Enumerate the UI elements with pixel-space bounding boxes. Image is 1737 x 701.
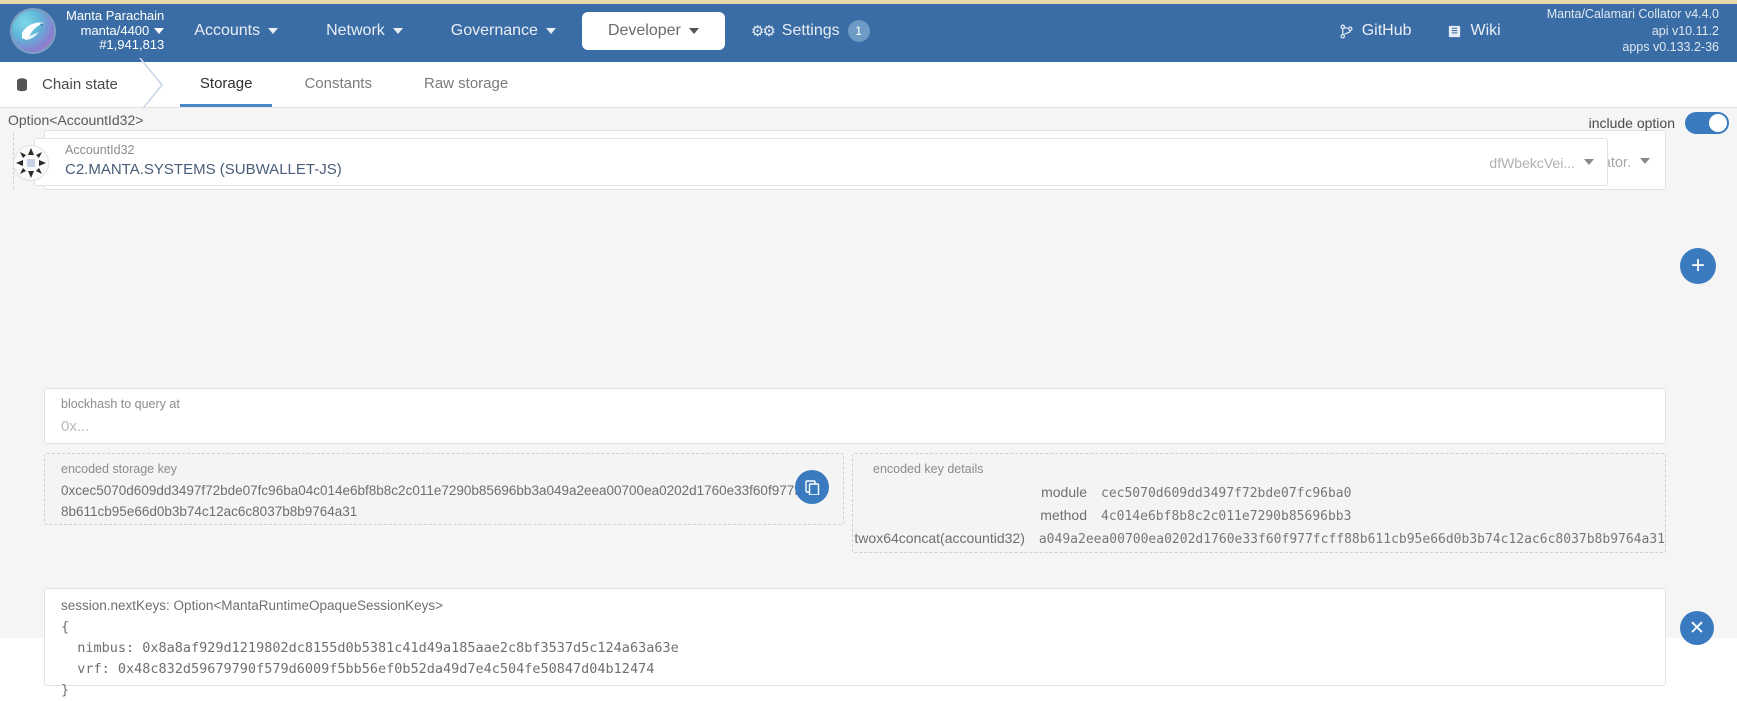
encoded-key-details-panel: encoded key details module cec5070d609dd… bbox=[852, 453, 1666, 553]
account-name: C2.MANTA.SYSTEMS (SUBWALLET-JS) bbox=[65, 161, 342, 178]
key-detail-value: a049a2eea00700ea0202d1760e33f60f977fcff8… bbox=[1038, 532, 1665, 547]
account-text: AccountId32 C2.MANTA.SYSTEMS (SUBWALLET-… bbox=[65, 143, 342, 178]
book-icon bbox=[1449, 25, 1461, 37]
nav-right-group: GitHub Wiki Manta/Calamari Collator v4.4… bbox=[1321, 0, 1737, 62]
key-detail-value: cec5070d609dd3497f72bde07fc96ba0 bbox=[1101, 486, 1352, 501]
encoded-storage-key-label: encoded storage key bbox=[61, 462, 178, 476]
github-link[interactable]: GitHub bbox=[1321, 16, 1430, 46]
top-navigation-bar: Manta Parachain manta/4400 #1,941,813 Ac… bbox=[0, 0, 1737, 62]
tab-label: Storage bbox=[199, 74, 253, 92]
chevron-down-icon bbox=[545, 28, 556, 34]
option-type-label: Option<AccountId32> bbox=[8, 112, 144, 128]
blockhash-panel[interactable]: blockhash to query at 0x... bbox=[44, 388, 1666, 444]
main-menu: Accounts Network Governance Developer ⚙⚙… bbox=[170, 0, 893, 62]
wiki-label: Wiki bbox=[1470, 22, 1501, 39]
key-detail-row: module cec5070d609dd3497f72bde07fc96ba0 bbox=[853, 484, 1665, 501]
add-query-button[interactable]: + bbox=[1680, 248, 1716, 284]
nav-item-settings[interactable]: ⚙⚙ Settings 1 bbox=[729, 12, 892, 50]
version-api: api v10.11.2 bbox=[1651, 23, 1719, 38]
key-detail-row: twox64concat(accountid32) a049a2eea00700… bbox=[853, 530, 1665, 547]
nav-item-label: Governance bbox=[450, 22, 538, 39]
tab-constants[interactable]: Constants bbox=[284, 62, 392, 107]
encoded-storage-key-value: 0xcec5070d609dd3497f72bde07fc96ba04c014e… bbox=[61, 483, 820, 519]
encoded-storage-key-panel: encoded storage key 0xcec5070d609dd3497f… bbox=[44, 453, 844, 525]
tab-storage[interactable]: Storage bbox=[179, 62, 273, 107]
encoded-key-details-label: encoded key details bbox=[873, 462, 984, 476]
chevron-down-icon[interactable] bbox=[1640, 158, 1650, 164]
manta-bird-logo-icon bbox=[12, 10, 54, 52]
key-detail-name: method bbox=[1040, 507, 1087, 523]
gear-icon: ⚙⚙ bbox=[750, 23, 776, 40]
include-option-toggle[interactable] bbox=[1685, 112, 1729, 134]
chevron-down-icon bbox=[268, 28, 279, 34]
github-label: GitHub bbox=[1361, 22, 1412, 39]
nav-item-network[interactable]: Network bbox=[304, 14, 425, 48]
result-body: { nimbus: 0x8a8af929d1219802dc8155d0b538… bbox=[61, 619, 679, 698]
chain-block-number: #1,941,813 bbox=[99, 37, 165, 53]
blockhash-input[interactable]: 0x... bbox=[61, 418, 89, 435]
breadcrumb-label: Chain state bbox=[42, 76, 118, 93]
key-detail-row: method 4c014e6bf8b8c2c011e7290b85696bb3 bbox=[853, 507, 1665, 524]
toggle-knob bbox=[1709, 114, 1727, 132]
chevron-down-icon bbox=[392, 28, 403, 34]
tab-label: Constants bbox=[304, 74, 372, 92]
tab-label: Raw storage bbox=[423, 74, 509, 92]
key-detail-name: module bbox=[1041, 484, 1087, 500]
version-node: Manta/Calamari Collator v4.4.0 bbox=[1546, 6, 1719, 21]
settings-badge: 1 bbox=[847, 20, 870, 42]
account-address-short: dfWbekcVei... bbox=[1489, 155, 1575, 171]
close-result-button[interactable]: ✕ bbox=[1680, 611, 1714, 645]
account-input-row[interactable]: AccountId32 C2.MANTA.SYSTEMS (SUBWALLET-… bbox=[13, 133, 1608, 189]
chain-name: Manta Parachain bbox=[66, 7, 165, 23]
chevron-down-icon[interactable] bbox=[154, 28, 165, 35]
nav-item-developer[interactable]: Developer bbox=[581, 12, 725, 50]
tab-bar: Chain state Storage Constants Raw storag… bbox=[0, 58, 1737, 112]
copy-storage-key-button[interactable] bbox=[795, 470, 829, 504]
nav-item-governance[interactable]: Governance bbox=[429, 14, 578, 48]
chain-state-storage-page: selected state query session nextKeys(Ac… bbox=[0, 108, 1737, 698]
encoded-key-details-rows: module cec5070d609dd3497f72bde07fc96ba0 … bbox=[853, 484, 1665, 553]
key-detail-name: twox64concat(accountid32) bbox=[854, 530, 1025, 546]
include-option-group: include option bbox=[1589, 112, 1729, 134]
nav-item-label: Network bbox=[326, 22, 385, 39]
nav-item-label: Developer bbox=[607, 22, 681, 39]
nav-item-label: Accounts bbox=[194, 22, 261, 39]
chain-info: Manta Parachain manta/4400 #1,941,813 bbox=[66, 7, 165, 54]
tab-list: Storage Constants Raw storage bbox=[174, 62, 534, 107]
include-option-label: include option bbox=[1588, 115, 1675, 131]
account-type-label: AccountId32 bbox=[65, 143, 135, 157]
chain-spec: manta/4400 bbox=[80, 22, 150, 38]
chevron-down-icon bbox=[688, 28, 699, 34]
chain-selector[interactable]: Manta Parachain manta/4400 #1,941,813 bbox=[0, 7, 170, 54]
result-title: session.nextKeys: Option<MantaRuntimeOpa… bbox=[61, 598, 443, 613]
version-apps: apps v0.133.2-36 bbox=[1622, 40, 1719, 55]
breadcrumb-separator-icon bbox=[128, 58, 174, 112]
key-detail-value: 4c014e6bf8b8c2c011e7290b85696bb3 bbox=[1101, 509, 1352, 524]
tab-raw-storage[interactable]: Raw storage bbox=[404, 62, 528, 107]
chevron-down-icon[interactable] bbox=[1584, 159, 1594, 165]
breadcrumb: Chain state bbox=[0, 62, 128, 107]
database-icon bbox=[17, 77, 27, 91]
nav-item-label: Settings bbox=[781, 22, 840, 39]
copy-icon bbox=[805, 480, 820, 495]
identicon bbox=[13, 145, 49, 181]
blockhash-label: blockhash to query at bbox=[61, 397, 180, 411]
wiki-link[interactable]: Wiki bbox=[1429, 16, 1518, 46]
nav-item-accounts[interactable]: Accounts bbox=[172, 14, 300, 48]
option-account-panel: Option<AccountId32> include option Accou… bbox=[0, 108, 1729, 189]
query-result-panel: session.nextKeys: Option<MantaRuntimeOpa… bbox=[44, 588, 1666, 698]
git-branch-icon bbox=[1340, 24, 1353, 38]
version-info: Manta/Calamari Collator v4.4.0 api v10.1… bbox=[1519, 6, 1727, 57]
